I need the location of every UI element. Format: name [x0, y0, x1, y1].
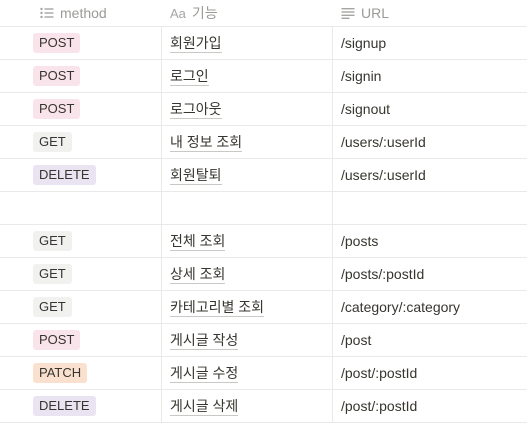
column-header-url-label: URL [361, 5, 390, 21]
method-cell[interactable]: POST [0, 324, 162, 356]
url-cell[interactable]: /signin [333, 60, 527, 92]
column-header-url[interactable]: URL [333, 0, 527, 26]
feature-cell[interactable]: 내 정보 조회 [162, 126, 333, 158]
feature-cell[interactable]: 전체 조회 [162, 225, 333, 257]
url-text: /post/:postId [341, 365, 418, 381]
feature-title-link[interactable]: 전체 조회 [170, 232, 226, 251]
feature-cell[interactable]: 회원탈퇴 [162, 159, 333, 191]
method-tag: GET [33, 132, 72, 152]
method-tag: DELETE [33, 396, 96, 416]
url-cell[interactable] [333, 192, 527, 224]
method-cell[interactable]: GET [0, 225, 162, 257]
feature-cell[interactable]: 게시글 삭제 [162, 390, 333, 422]
method-cell[interactable]: GET [0, 291, 162, 323]
feature-title-link[interactable]: 게시글 수정 [170, 364, 239, 383]
feature-cell[interactable]: 카테고리별 조회 [162, 291, 333, 323]
url-text: /posts [341, 233, 379, 249]
method-tag: POST [33, 66, 81, 86]
url-text: /category/:category [341, 299, 461, 315]
method-tag: POST [33, 33, 81, 53]
method-cell[interactable]: DELETE [0, 390, 162, 422]
table-row[interactable] [0, 192, 527, 225]
url-cell[interactable]: /post/:postId [333, 357, 527, 389]
url-text: /posts/:postId [341, 266, 425, 282]
url-cell[interactable]: /users/:userId [333, 159, 527, 191]
method-tag: PATCH [33, 363, 88, 383]
method-cell[interactable]: POST [0, 93, 162, 125]
feature-cell[interactable]: 게시글 수정 [162, 357, 333, 389]
method-tag: GET [33, 297, 72, 317]
feature-title-link[interactable]: 게시글 삭제 [170, 397, 239, 416]
method-tag: DELETE [33, 165, 96, 185]
feature-cell[interactable]: 상세 조회 [162, 258, 333, 290]
table-row[interactable]: POST 게시글 작성/post [0, 324, 527, 357]
method-cell[interactable]: DELETE [0, 159, 162, 191]
table-row[interactable]: GET 상세 조회/posts/:postId [0, 258, 527, 291]
url-text: /users/:userId [341, 167, 426, 183]
column-header-feature-label: 기능 [191, 5, 218, 21]
url-cell[interactable]: /posts/:postId [333, 258, 527, 290]
url-cell[interactable]: /posts [333, 225, 527, 257]
column-header-feature[interactable]: Aa 기능 [162, 0, 333, 26]
feature-title-link[interactable]: 게시글 작성 [170, 331, 239, 350]
url-cell[interactable]: /category/:category [333, 291, 527, 323]
feature-cell[interactable]: 회원가입 [162, 27, 333, 59]
table-row[interactable]: POST 회원가입/signup [0, 27, 527, 60]
url-cell[interactable]: /signout [333, 93, 527, 125]
url-cell[interactable]: /post/:postId [333, 390, 527, 422]
method-cell[interactable]: POST [0, 27, 162, 59]
feature-cell[interactable] [162, 192, 333, 224]
feature-cell[interactable]: 로그인 [162, 60, 333, 92]
feature-title-link[interactable]: 카테고리별 조회 [170, 298, 265, 317]
feature-title-link[interactable]: 회원탈퇴 [170, 166, 222, 185]
url-text: /post [341, 332, 372, 348]
api-table: method Aa 기능 URL POST 회원가입/signup POST 로그인 /… [0, 0, 527, 423]
url-text: /signin [341, 68, 382, 84]
method-tag: POST [33, 330, 81, 350]
url-cell[interactable]: /signup [333, 27, 527, 59]
method-cell[interactable]: GET [0, 126, 162, 158]
table-row[interactable]: POST 로그인/signin [0, 60, 527, 93]
feature-title-link[interactable]: 내 정보 조회 [170, 133, 243, 152]
method-tag: GET [33, 231, 72, 251]
feature-title-link[interactable]: 상세 조회 [170, 265, 226, 284]
url-text: /signup [341, 35, 387, 51]
table-row[interactable]: GET 내 정보 조회/users/:userId [0, 126, 527, 159]
table-row[interactable]: PATCH 게시글 수정/post/:postId [0, 357, 527, 390]
table-header: method Aa 기능 URL [0, 0, 527, 27]
url-text: /post/:postId [341, 398, 418, 414]
feature-cell[interactable]: 게시글 작성 [162, 324, 333, 356]
method-cell[interactable] [0, 192, 162, 224]
table-row[interactable]: DELETE 회원탈퇴/users/:userId [0, 159, 527, 192]
table-body: POST 회원가입/signup POST 로그인/signin POST 로그아웃/si… [0, 27, 527, 423]
column-header-method-label: method [60, 5, 107, 21]
url-cell[interactable]: /users/:userId [333, 126, 527, 158]
feature-title-link[interactable]: 로그아웃 [170, 100, 222, 119]
text-lines-icon [341, 7, 355, 19]
method-cell[interactable]: POST [0, 60, 162, 92]
url-text: /users/:userId [341, 134, 426, 150]
method-cell[interactable]: PATCH [0, 357, 162, 389]
table-row[interactable]: GET 카테고리별 조회/category/:category [0, 291, 527, 324]
feature-cell[interactable]: 로그아웃 [162, 93, 333, 125]
feature-title-link[interactable]: 회원가입 [170, 34, 222, 53]
title-property-icon: Aa [170, 5, 186, 21]
url-cell[interactable]: /post [333, 324, 527, 356]
table-row[interactable]: GET 전체 조회/posts [0, 225, 527, 258]
feature-title-link[interactable]: 로그인 [170, 67, 209, 86]
method-cell[interactable]: GET [0, 258, 162, 290]
method-tag: POST [33, 99, 81, 119]
url-text: /signout [341, 101, 391, 117]
table-row[interactable]: DELETE 게시글 삭제/post/:postId [0, 390, 527, 423]
list-icon [40, 7, 54, 19]
method-tag: GET [33, 264, 72, 284]
table-row[interactable]: POST 로그아웃/signout [0, 93, 527, 126]
column-header-method[interactable]: method [0, 0, 162, 26]
